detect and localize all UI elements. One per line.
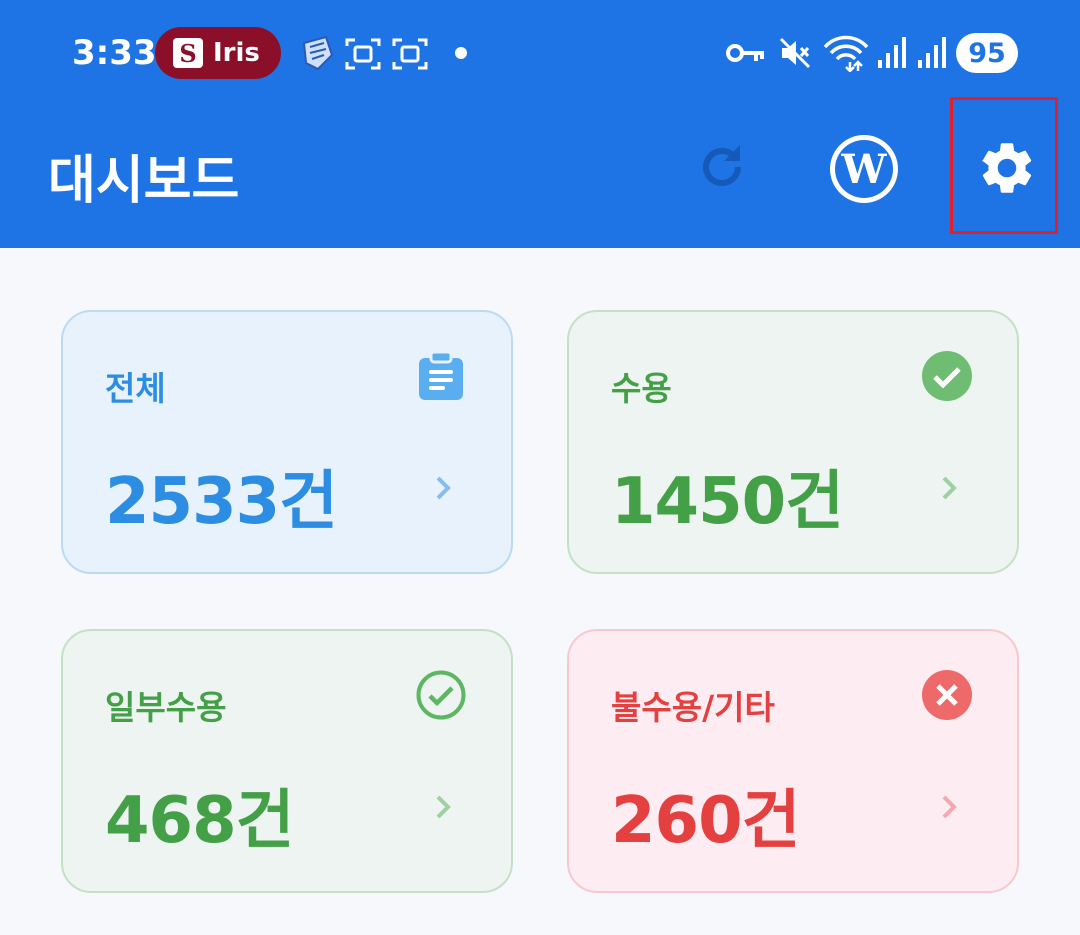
chevron-right-icon bbox=[942, 795, 957, 819]
card-label: 전체 bbox=[105, 369, 166, 408]
wordpress-button[interactable]: W bbox=[826, 131, 902, 207]
chevron-right-icon bbox=[942, 476, 957, 500]
wordpress-icon: W bbox=[830, 135, 898, 203]
notification-app-name: Iris bbox=[213, 38, 260, 68]
check-circle-icon bbox=[922, 351, 972, 401]
card-accepted[interactable]: 수용 1450건 bbox=[567, 310, 1019, 574]
chevron-right-icon bbox=[436, 476, 451, 500]
status-time: 3:33 bbox=[72, 33, 157, 73]
battery-level: 95 bbox=[956, 33, 1018, 73]
iris-logo-icon: S bbox=[173, 38, 203, 68]
card-value: 1450건 bbox=[611, 465, 844, 539]
card-value: 2533건 bbox=[105, 465, 338, 539]
cancel-circle-icon bbox=[922, 670, 972, 720]
screenshot-icon bbox=[345, 38, 381, 70]
card-value: 468건 bbox=[105, 784, 294, 858]
check-circle-outline-icon bbox=[416, 670, 466, 720]
more-notifications-icon bbox=[455, 47, 467, 59]
wifi-icon bbox=[823, 35, 869, 72]
chevron-right-icon bbox=[436, 795, 451, 819]
screenshot-icon bbox=[392, 38, 428, 70]
card-rejected[interactable]: 불수용/기타 260건 bbox=[567, 629, 1019, 893]
refresh-icon bbox=[703, 145, 741, 186]
card-value: 260건 bbox=[611, 784, 800, 858]
signal-icon bbox=[878, 37, 906, 68]
clipboard-icon bbox=[419, 350, 463, 400]
page-title: 대시보드 bbox=[48, 151, 240, 211]
card-partial[interactable]: 일부수용 468건 bbox=[61, 629, 513, 893]
mute-icon bbox=[779, 37, 811, 69]
status-bar: 3:33 S Iris 95 bbox=[0, 0, 1080, 105]
signal-icon bbox=[918, 37, 946, 68]
sticker-icon bbox=[302, 35, 334, 71]
card-label: 일부수용 bbox=[105, 688, 227, 727]
card-total[interactable]: 전체 2533건 bbox=[61, 310, 513, 574]
card-label: 수용 bbox=[611, 369, 672, 408]
key-icon bbox=[726, 44, 764, 62]
card-label: 불수용/기타 bbox=[611, 688, 775, 727]
svg-text:W: W bbox=[841, 146, 888, 193]
settings-highlight-box bbox=[950, 97, 1058, 234]
refresh-button[interactable] bbox=[690, 135, 754, 199]
notification-pill[interactable]: S Iris bbox=[155, 27, 281, 79]
